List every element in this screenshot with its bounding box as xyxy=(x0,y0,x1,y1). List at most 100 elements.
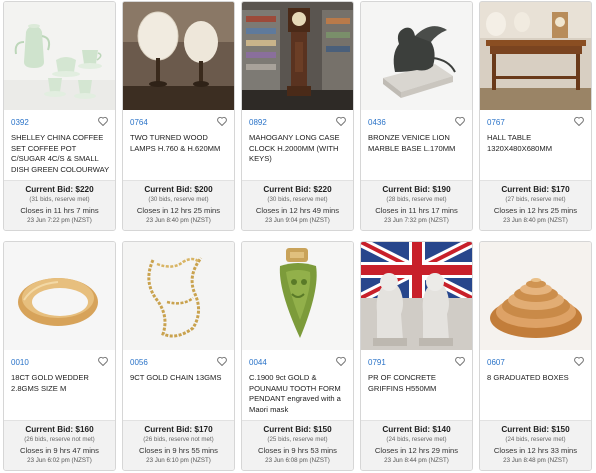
close-date: 23 Jun 6:10 pm (NZST) xyxy=(146,457,211,464)
close-date: 23 Jun 9:04 pm (NZST) xyxy=(265,217,330,224)
current-bid: Current Bid: $150 xyxy=(501,425,570,434)
bid-count: (24 bids, reserve met) xyxy=(505,436,566,443)
close-date: 23 Jun 8:40 pm (NZST) xyxy=(146,217,211,224)
bid-panel: Current Bid: $200 (30 bids, reserve met)… xyxy=(123,180,234,230)
lot-card[interactable]: 0892 MAHOGANY LONG CASE CLOCK H.2000mm (… xyxy=(241,1,354,231)
heart-icon[interactable] xyxy=(216,115,228,127)
lot-number-link[interactable]: 0791 xyxy=(368,358,386,367)
current-bid: Current Bid: $140 xyxy=(382,425,451,434)
lot-photo-gold-ring[interactable] xyxy=(4,242,115,350)
lot-title[interactable]: 18CT GOLD WEDDER 2.8GMS SIZE M xyxy=(11,373,111,394)
lot-photo-clock[interactable] xyxy=(242,2,353,110)
lot-photo-hall-table[interactable] xyxy=(480,2,591,110)
current-bid: Current Bid: $200 xyxy=(144,185,213,194)
bid-count: (25 bids, reserve met) xyxy=(267,436,328,443)
close-date: 23 Jun 7:32 pm (NZST) xyxy=(384,217,449,224)
lot-title[interactable]: MAHOGANY LONG CASE CLOCK H.2000mm (WITH … xyxy=(249,133,349,165)
lot-card[interactable]: 0436 BRONZE VENICE LION MARBLE BASE L.17… xyxy=(360,1,473,231)
lot-title[interactable]: C.1900 9ct GOLD & POUNAMU TOOTH FORM PEN… xyxy=(249,373,349,415)
current-bid: Current Bid: $160 xyxy=(25,425,94,434)
bid-panel: Current Bid: $140 (24 bids, reserve met)… xyxy=(361,420,472,470)
close-date: 23 Jun 6:08 pm (NZST) xyxy=(265,457,330,464)
current-bid: Current Bid: $220 xyxy=(25,185,94,194)
bid-panel: Current Bid: $160 (26 bids, reserve not … xyxy=(4,420,115,470)
lot-card[interactable]: 0607 8 GRADUATED BOXES Current Bid: $150… xyxy=(479,241,592,471)
lot-photo-concrete-griffins[interactable] xyxy=(361,242,472,350)
lot-number-link[interactable]: 0767 xyxy=(487,118,505,127)
close-date: 23 Jun 8:44 pm (NZST) xyxy=(384,457,449,464)
closes-in: Closes in 11 hrs 7 mins xyxy=(20,206,99,215)
bid-count: (27 bids, reserve met) xyxy=(505,196,566,203)
close-date: 23 Jun 6:02 pm (NZST) xyxy=(27,457,92,464)
heart-icon[interactable] xyxy=(573,115,585,127)
bid-count: (30 bids, reserve met) xyxy=(267,196,328,203)
lot-number-link[interactable]: 0392 xyxy=(11,118,29,127)
lot-title[interactable]: 9CT GOLD CHAIN 13GMS xyxy=(130,373,230,384)
lot-photo-lamps[interactable] xyxy=(123,2,234,110)
bid-panel: Current Bid: $220 (30 bids, reserve met)… xyxy=(242,180,353,230)
closes-in: Closes in 12 hrs 29 mins xyxy=(374,446,459,455)
lot-card[interactable]: 0764 TWO TURNED WOOD LAMPS H.760 & H.620… xyxy=(122,1,235,231)
closes-in: Closes in 9 hrs 53 mins xyxy=(258,446,337,455)
bid-panel: Current Bid: $150 (24 bids, reserve met)… xyxy=(480,420,591,470)
heart-icon[interactable] xyxy=(97,115,109,127)
lot-card[interactable]: 0791 PR OF CONCRETE GRIFFINS H550mm Curr… xyxy=(360,241,473,471)
lot-title[interactable]: TWO TURNED WOOD LAMPS H.760 & H.620mm xyxy=(130,133,230,154)
lot-card[interactable]: 0010 18CT GOLD WEDDER 2.8GMS SIZE M Curr… xyxy=(3,241,116,471)
heart-icon[interactable] xyxy=(97,355,109,367)
heart-icon[interactable] xyxy=(335,355,347,367)
lot-title[interactable]: HALL TABLE 1320x480x680mm xyxy=(487,133,587,154)
heart-icon[interactable] xyxy=(454,115,466,127)
closes-in: Closes in 9 hrs 47 mins xyxy=(20,446,99,455)
lot-number-link[interactable]: 0892 xyxy=(249,118,267,127)
lot-photo-gold-chain[interactable] xyxy=(123,242,234,350)
bid-panel: Current Bid: $220 (31 bids, reserve met)… xyxy=(4,180,115,230)
close-date: 23 Jun 8:40 pm (NZST) xyxy=(503,217,568,224)
heart-icon[interactable] xyxy=(573,355,585,367)
lot-title[interactable]: SHELLEY CHINA COFFEE SET COFFEE POT C/SU… xyxy=(11,133,111,175)
lot-number-link[interactable]: 0056 xyxy=(130,358,148,367)
lot-title[interactable]: PR OF CONCRETE GRIFFINS H550mm xyxy=(368,373,468,394)
current-bid: Current Bid: $150 xyxy=(263,425,332,434)
lot-number-link[interactable]: 0764 xyxy=(130,118,148,127)
lot-number-link[interactable]: 0436 xyxy=(368,118,386,127)
lot-card[interactable]: 0392 SHELLEY CHINA COFFEE SET COFFEE POT… xyxy=(3,1,116,231)
bid-count: (30 bids, reserve met) xyxy=(148,196,209,203)
bid-count: (26 bids, reserve not met) xyxy=(143,436,214,443)
closes-in: Closes in 9 hrs 55 mins xyxy=(139,446,218,455)
heart-icon[interactable] xyxy=(454,355,466,367)
lot-card[interactable]: 0767 HALL TABLE 1320x480x680mm Current B… xyxy=(479,1,592,231)
lot-photo-bronze-lion[interactable] xyxy=(361,2,472,110)
bid-panel: Current Bid: $190 (28 bids, reserve met)… xyxy=(361,180,472,230)
current-bid: Current Bid: $220 xyxy=(263,185,332,194)
lot-card[interactable]: 0044 C.1900 9ct GOLD & POUNAMU TOOTH FOR… xyxy=(241,241,354,471)
lot-photo-pounamu-pendant[interactable] xyxy=(242,242,353,350)
lot-title[interactable]: BRONZE VENICE LION MARBLE BASE L.170mm xyxy=(368,133,468,154)
heart-icon[interactable] xyxy=(335,115,347,127)
lot-title[interactable]: 8 GRADUATED BOXES xyxy=(487,373,587,384)
closes-in: Closes in 11 hrs 17 mins xyxy=(375,206,458,215)
close-date: 23 Jun 7:22 pm (NZST) xyxy=(27,217,92,224)
bid-count: (31 bids, reserve met) xyxy=(29,196,90,203)
bid-count: (24 bids, reserve met) xyxy=(386,436,447,443)
current-bid: Current Bid: $170 xyxy=(501,185,570,194)
closes-in: Closes in 12 hrs 25 mins xyxy=(493,206,578,215)
bid-count: (28 bids, reserve met) xyxy=(386,196,447,203)
current-bid: Current Bid: $170 xyxy=(144,425,213,434)
bid-panel: Current Bid: $150 (25 bids, reserve met)… xyxy=(242,420,353,470)
lot-photo-graduated-boxes[interactable] xyxy=(480,242,591,350)
current-bid: Current Bid: $190 xyxy=(382,185,451,194)
close-date: 23 Jun 8:48 pm (NZST) xyxy=(503,457,568,464)
lot-number-link[interactable]: 0607 xyxy=(487,358,505,367)
bid-panel: Current Bid: $170 (26 bids, reserve not … xyxy=(123,420,234,470)
heart-icon[interactable] xyxy=(216,355,228,367)
bid-panel: Current Bid: $170 (27 bids, reserve met)… xyxy=(480,180,591,230)
lot-number-link[interactable]: 0044 xyxy=(249,358,267,367)
closes-in: Closes in 12 hrs 25 mins xyxy=(136,206,221,215)
lot-grid: 0392 SHELLEY CHINA COFFEE SET COFFEE POT… xyxy=(3,1,593,472)
lot-card[interactable]: 0056 9CT GOLD CHAIN 13GMS Current Bid: $… xyxy=(122,241,235,471)
closes-in: Closes in 12 hrs 33 mins xyxy=(493,446,578,455)
lot-number-link[interactable]: 0010 xyxy=(11,358,29,367)
lot-photo-coffee-set[interactable] xyxy=(4,2,115,110)
closes-in: Closes in 12 hrs 49 mins xyxy=(255,206,340,215)
